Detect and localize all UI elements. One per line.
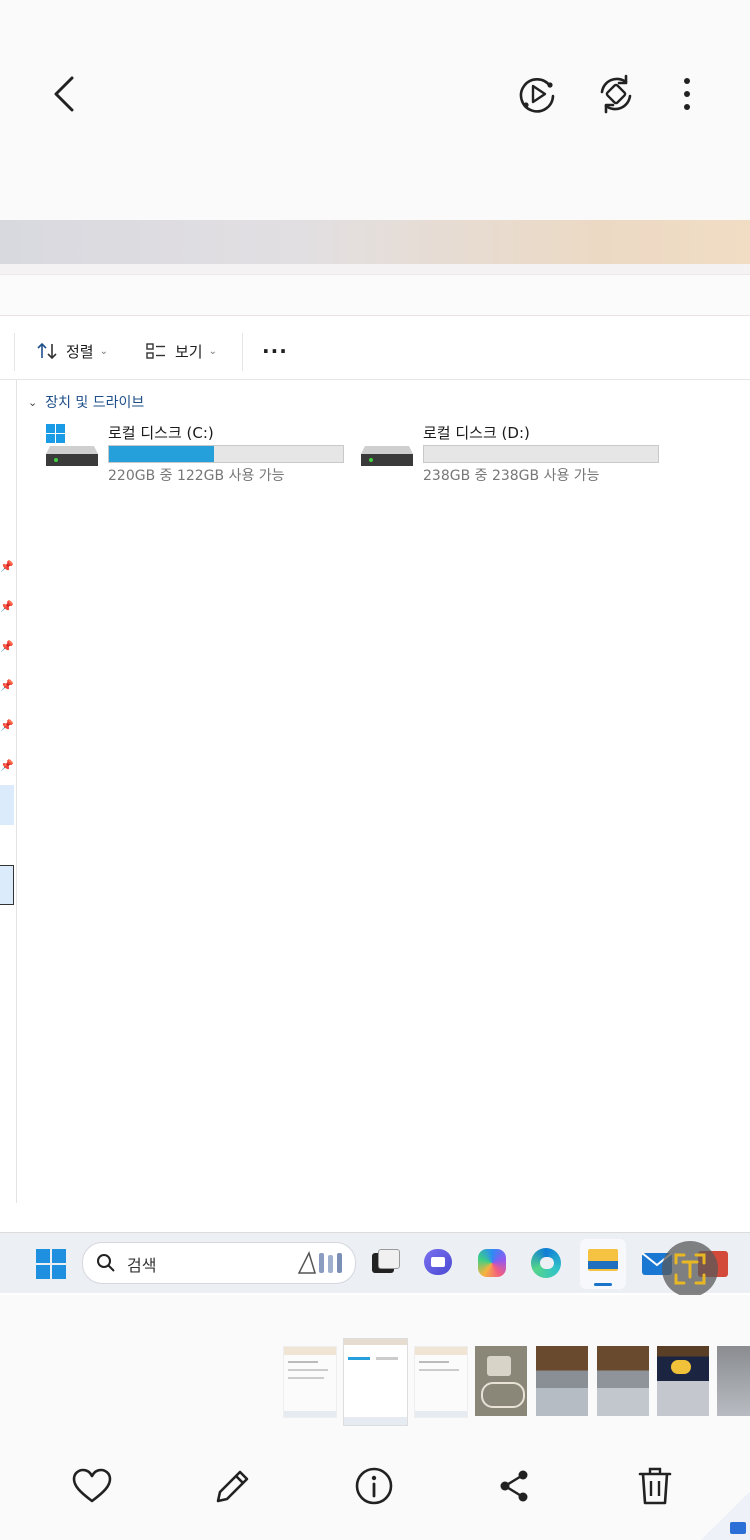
- taskbar-search[interactable]: 검색: [82, 1242, 356, 1284]
- more-vertical-icon: [684, 78, 690, 110]
- explorer-toolbar: 정렬 ⌄ 보기 ⌄ ···: [0, 323, 750, 380]
- search-icon: [97, 1254, 115, 1272]
- teams-icon[interactable]: [420, 1245, 456, 1281]
- thumbnail[interactable]: [717, 1346, 750, 1416]
- usage-bar: [423, 445, 659, 463]
- search-highlight-icon: [297, 1250, 342, 1274]
- drive-item-d[interactable]: 로컬 디스크 (D:) 238GB 중 238GB 사용 가능: [361, 422, 661, 484]
- view-list-icon: [146, 343, 165, 359]
- drive-free-space: 238GB 중 238GB 사용 가능: [423, 468, 600, 484]
- navigation-pane: 📌 📌 📌 📌 📌 📌: [0, 323, 17, 1203]
- drive-item-c[interactable]: 로컬 디스크 (C:) 220GB 중 122GB 사용 가능: [46, 422, 346, 484]
- thumbnail[interactable]: [657, 1346, 709, 1416]
- bottom-action-bar: [0, 1440, 750, 1540]
- file-explorer-icon[interactable]: [580, 1239, 626, 1289]
- text-scan-button[interactable]: [662, 1241, 718, 1295]
- more-options-button[interactable]: [663, 70, 711, 118]
- heart-icon: [72, 1468, 112, 1503]
- copilot-icon[interactable]: [474, 1245, 510, 1281]
- thumbnail[interactable]: [597, 1346, 649, 1416]
- pin-icon: 📌: [0, 679, 14, 692]
- viewer-top-bar: [0, 0, 750, 220]
- delete-button[interactable]: [629, 1460, 681, 1512]
- thumbnail[interactable]: [283, 1346, 337, 1418]
- sort-icon: [37, 342, 57, 360]
- view-button[interactable]: 보기 ⌄: [145, 323, 217, 379]
- photo-view: 📌 📌 📌 📌 📌 📌 정렬 ⌄ 보기 ⌄ ··· ⌄ 장치 및 드라이브 로컬…: [0, 220, 750, 1295]
- nav-item-selected[interactable]: [0, 865, 14, 905]
- drive-free-space: 220GB 중 122GB 사용 가능: [108, 468, 285, 484]
- nav-item-highlight: [0, 785, 14, 825]
- share-icon: [500, 1470, 528, 1502]
- section-title: 장치 및 드라이브: [45, 395, 145, 411]
- info-icon: [355, 1467, 393, 1505]
- sort-label: 정렬: [66, 342, 94, 361]
- edge-icon[interactable]: [528, 1245, 564, 1281]
- pin-icon: 📌: [0, 560, 14, 573]
- search-placeholder: 검색: [127, 1256, 157, 1275]
- drive-name: 로컬 디스크 (C:): [108, 424, 214, 442]
- usage-bar-fill: [109, 446, 215, 462]
- task-view-icon[interactable]: [366, 1245, 402, 1281]
- chevron-down-icon: ⌄: [28, 395, 38, 409]
- pencil-icon: [216, 1470, 249, 1503]
- more-label: ···: [262, 339, 288, 363]
- address-band: [0, 274, 750, 316]
- folder-icon: [730, 1522, 746, 1534]
- rotate-button[interactable]: [592, 70, 640, 118]
- thumbnail-current[interactable]: [343, 1338, 408, 1426]
- divider: [0, 264, 750, 274]
- corner-badge[interactable]: [700, 1492, 750, 1540]
- pin-icon: 📌: [0, 719, 14, 732]
- devices-section-header[interactable]: ⌄ 장치 및 드라이브: [28, 392, 144, 412]
- view-label: 보기: [175, 342, 203, 361]
- chevron-down-icon: ⌄: [208, 345, 217, 357]
- hard-drive-icon: [361, 446, 413, 466]
- rotate-icon: [600, 74, 632, 114]
- thumbnail[interactable]: [414, 1346, 468, 1418]
- chevron-left-icon: [54, 76, 74, 112]
- window-title-band: [0, 220, 750, 264]
- usage-bar: [108, 445, 344, 463]
- thumbnail[interactable]: [475, 1346, 527, 1416]
- windows-taskbar: 검색: [0, 1232, 750, 1295]
- thumbnail[interactable]: [536, 1346, 588, 1416]
- pin-icon: 📌: [0, 600, 14, 613]
- share-button[interactable]: [488, 1460, 540, 1512]
- trash-icon: [638, 1467, 672, 1505]
- back-button[interactable]: [40, 70, 88, 118]
- more-actions-button[interactable]: ···: [262, 323, 288, 379]
- os-drive-icon: [46, 424, 98, 466]
- edit-button[interactable]: [207, 1460, 259, 1512]
- pin-icon: 📌: [0, 640, 14, 653]
- pin-icon: 📌: [0, 759, 14, 772]
- text-scan-icon: [674, 1253, 706, 1285]
- chevron-down-icon: ⌄: [99, 345, 108, 357]
- start-icon[interactable]: [36, 1249, 66, 1279]
- favorite-button[interactable]: [66, 1460, 118, 1512]
- motion-photo-play-icon: [519, 78, 555, 113]
- motion-photo-button[interactable]: [513, 70, 561, 118]
- sort-button[interactable]: 정렬 ⌄: [36, 323, 108, 379]
- info-button[interactable]: [348, 1460, 400, 1512]
- drive-name: 로컬 디스크 (D:): [423, 424, 530, 442]
- thumbnail-strip: [0, 1296, 750, 1436]
